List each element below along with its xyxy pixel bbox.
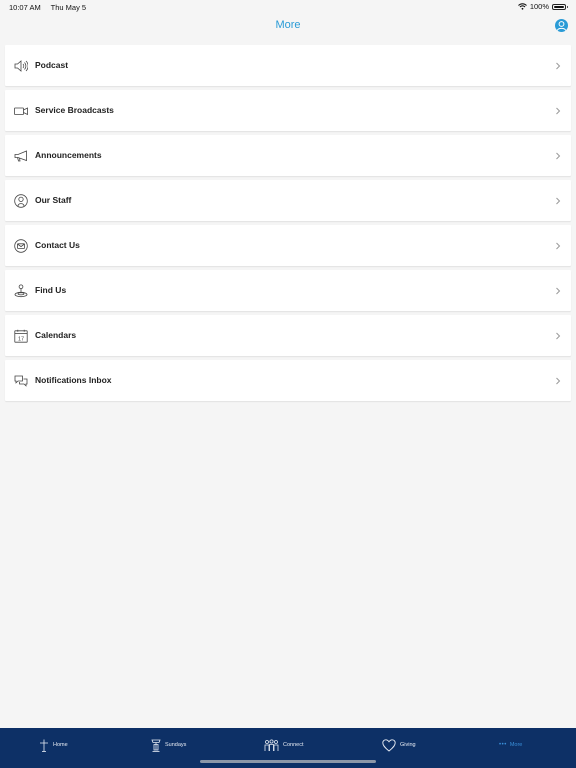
menu-item-label: Notifications Inbox bbox=[35, 375, 112, 385]
tab-home[interactable]: Home bbox=[39, 736, 68, 754]
chevron-right-icon bbox=[556, 107, 561, 115]
menu-list: Podcast Service Broadcasts Announcements bbox=[5, 45, 571, 405]
tab-label: More bbox=[509, 742, 523, 748]
status-date: Thu May 5 bbox=[50, 3, 87, 12]
menu-item-podcast[interactable]: Podcast bbox=[5, 45, 571, 86]
tab-label: Home bbox=[53, 742, 68, 748]
battery-percent: 100% bbox=[529, 2, 549, 11]
nav-bar: More bbox=[0, 14, 576, 40]
avatar-icon bbox=[556, 21, 567, 31]
calendar-day-number: 17 bbox=[18, 336, 24, 342]
dots-icon: ••• bbox=[499, 742, 507, 748]
menu-item-label: Calendars bbox=[35, 330, 77, 340]
status-time: 10:07 AM bbox=[9, 3, 41, 12]
tab-more[interactable]: ••• More bbox=[499, 736, 522, 754]
battery-icon bbox=[552, 3, 568, 10]
menu-item-notifications-inbox[interactable]: Notifications Inbox bbox=[5, 360, 571, 401]
chevron-right-icon bbox=[556, 152, 561, 160]
location-icon bbox=[14, 283, 28, 298]
chevron-right-icon bbox=[556, 197, 561, 205]
menu-item-label: Announcements bbox=[35, 150, 102, 160]
chevron-right-icon bbox=[556, 332, 561, 340]
tab-label: Sundays bbox=[165, 742, 187, 748]
people-icon bbox=[264, 738, 279, 751]
speaker-icon bbox=[14, 59, 28, 73]
video-camera-icon bbox=[14, 104, 28, 118]
chevron-right-icon bbox=[556, 287, 561, 295]
tab-giving[interactable]: Giving bbox=[382, 736, 416, 754]
profile-button[interactable] bbox=[555, 19, 568, 32]
chevron-right-icon bbox=[556, 377, 561, 385]
home-indicator bbox=[200, 760, 376, 763]
tab-label: Connect bbox=[283, 742, 304, 748]
wifi-icon bbox=[517, 3, 527, 10]
mail-icon bbox=[14, 238, 28, 253]
menu-item-label: Find Us bbox=[35, 285, 67, 295]
chat-bubbles-icon bbox=[14, 374, 28, 388]
page-title: More bbox=[275, 19, 301, 31]
calendar-icon: 17 bbox=[14, 329, 28, 343]
chevron-right-icon bbox=[556, 62, 561, 70]
tab-sundays[interactable]: Sundays bbox=[151, 736, 186, 754]
menu-item-label: Our Staff bbox=[35, 195, 72, 205]
menu-item-service-broadcasts[interactable]: Service Broadcasts bbox=[5, 90, 571, 131]
menu-item-label: Podcast bbox=[35, 60, 69, 70]
menu-item-find-us[interactable]: Find Us bbox=[5, 270, 571, 311]
person-icon bbox=[14, 193, 28, 208]
tab-label: Giving bbox=[400, 742, 416, 748]
menu-item-contact-us[interactable]: Contact Us bbox=[5, 225, 571, 266]
menu-item-our-staff[interactable]: Our Staff bbox=[5, 180, 571, 221]
chevron-right-icon bbox=[556, 242, 561, 250]
tab-bar: Home Sundays Connect Giving ••• More bbox=[0, 728, 576, 768]
menu-item-announcements[interactable]: Announcements bbox=[5, 135, 571, 176]
megaphone-icon bbox=[14, 149, 28, 163]
tab-connect[interactable]: Connect bbox=[264, 736, 304, 754]
heart-icon bbox=[382, 738, 396, 752]
status-bar: 10:07 AM Thu May 5 100% bbox=[0, 0, 576, 14]
menu-item-label: Service Broadcasts bbox=[35, 105, 114, 115]
lectern-icon bbox=[151, 739, 161, 752]
menu-item-calendars[interactable]: 17 Calendars bbox=[5, 315, 571, 356]
menu-item-label: Contact Us bbox=[35, 240, 80, 250]
cross-icon bbox=[40, 739, 48, 752]
